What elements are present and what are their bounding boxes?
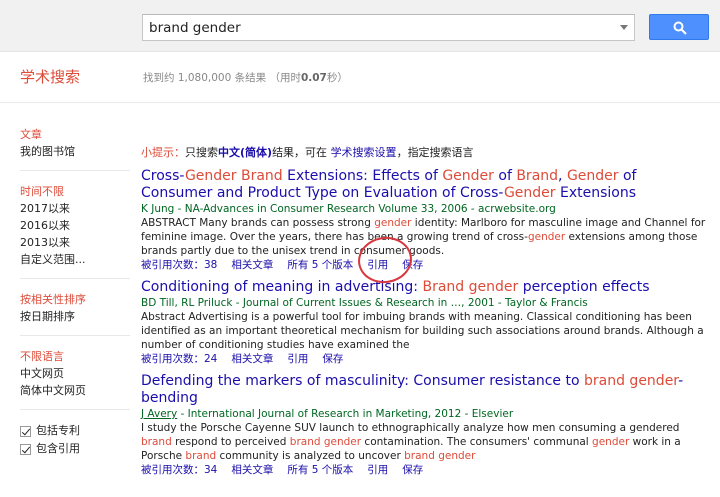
- scholar-settings-link[interactable]: 学术搜索设置: [331, 146, 397, 159]
- result-title-link[interactable]: Cross-Gender Brand Extensions: Effects o…: [141, 168, 711, 202]
- result-action-link[interactable]: 保存: [322, 353, 343, 365]
- result-snippet: Abstract Advertising is a powerful tool …: [141, 311, 704, 351]
- language-tip: 小提示：只搜索中文(简体)结果，可在 学术搜索设置，指定搜索语言: [141, 146, 474, 159]
- sidebar-time-item[interactable]: 时间不限: [20, 183, 130, 200]
- result-action-link[interactable]: 保存: [402, 464, 423, 476]
- result-meta: J Avery - International Journal of Resea…: [141, 408, 514, 420]
- sidebar-sort-item[interactable]: 按相关性排序: [20, 291, 130, 308]
- sidebar-checkbox-row[interactable]: 包括专利: [20, 422, 130, 440]
- sidebar-time-item[interactable]: 自定义范围...: [20, 251, 130, 268]
- search-icon: [673, 21, 687, 35]
- sidebar-language-item[interactable]: 不限语言: [20, 348, 130, 365]
- result-action-link[interactable]: 所有 5 个版本: [287, 464, 353, 476]
- search-result: Cross-Gender Brand Extensions: Effects o…: [141, 168, 711, 272]
- checked-checkbox-icon[interactable]: [20, 443, 31, 455]
- result-meta: BD Till, RL Priluck - Journal of Current…: [141, 297, 588, 309]
- result-action-link[interactable]: 被引用次数：34: [141, 464, 217, 476]
- result-action-link[interactable]: 被引用次数：38: [141, 259, 217, 271]
- result-action-link[interactable]: 相关文章: [231, 464, 273, 476]
- sidebar-time-item[interactable]: 2017以来: [20, 200, 130, 217]
- search-input[interactable]: [143, 15, 603, 40]
- top-bar: [0, 0, 720, 52]
- result-action-link[interactable]: 相关文章: [231, 259, 273, 271]
- sidebar-type-item[interactable]: 我的图书馆: [20, 143, 130, 160]
- header-divider: [0, 102, 720, 103]
- tip-language-link[interactable]: 中文(简体): [218, 146, 272, 159]
- sidebar-time-item[interactable]: 2016以来: [20, 217, 130, 234]
- result-snippet: I study the Porsche Cayenne SUV launch t…: [141, 422, 681, 462]
- result-links: 被引用次数：38 相关文章 所有 5 个版本 引用 保存: [141, 258, 711, 272]
- result-meta: K Jung - NA-Advances in Consumer Researc…: [141, 203, 556, 215]
- sidebar-language-item[interactable]: 简体中文网页: [20, 382, 130, 399]
- dropdown-caret-icon[interactable]: [620, 25, 628, 30]
- result-title-link[interactable]: Conditioning of meaning in advertising: …: [141, 279, 711, 296]
- sidebar-language-item[interactable]: 中文网页: [20, 365, 130, 382]
- sidebar: 文章 我的图书馆 时间不限 2017以来 2016以来 2013以来 自定义范围... 按…: [20, 126, 130, 458]
- search-box[interactable]: [142, 14, 635, 41]
- result-action-link[interactable]: 被引用次数：24: [141, 353, 217, 365]
- search-result: Conditioning of meaning in advertising: …: [141, 279, 711, 366]
- result-stats: 找到约 1,080,000 条结果 （用时0.07秒）: [143, 72, 348, 84]
- result-links: 被引用次数：24 相关文章 引用 保存: [141, 352, 711, 366]
- author-link[interactable]: J Avery: [141, 408, 177, 420]
- result-action-link[interactable]: 引用: [287, 353, 308, 365]
- checkbox-label: 包括专利: [36, 424, 80, 437]
- scholar-logo[interactable]: 学术搜索: [20, 66, 80, 87]
- result-action-link[interactable]: 相关文章: [231, 353, 273, 365]
- sidebar-checkbox-row[interactable]: 包含引用: [20, 440, 130, 458]
- result-links: 被引用次数：34 相关文章 所有 5 个版本 引用 保存: [141, 463, 711, 477]
- search-button[interactable]: [649, 14, 709, 40]
- sidebar-type-item[interactable]: 文章: [20, 126, 130, 143]
- sidebar-time-item[interactable]: 2013以来: [20, 234, 130, 251]
- checked-checkbox-icon[interactable]: [20, 425, 31, 437]
- result-title-link[interactable]: Defending the markers of masculinity: Co…: [141, 373, 711, 407]
- result-action-link[interactable]: 所有 5 个版本: [287, 259, 353, 271]
- results-list: Cross-Gender Brand Extensions: Effects o…: [141, 168, 711, 484]
- result-action-link[interactable]: 引用: [367, 464, 388, 476]
- sidebar-sort-item[interactable]: 按日期排序: [20, 308, 130, 325]
- checkbox-label: 包含引用: [36, 442, 80, 455]
- result-snippet: ABSTRACT Many brands can possess strong …: [141, 217, 706, 257]
- search-result: Defending the markers of masculinity: Co…: [141, 373, 711, 477]
